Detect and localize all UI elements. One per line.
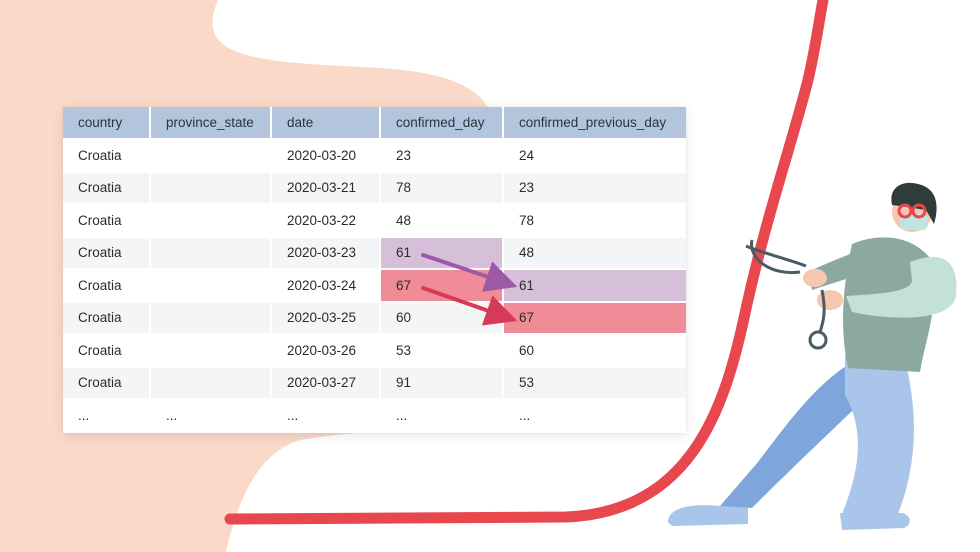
cell-country: Croatia <box>63 270 151 303</box>
cell-date: 2020-03-20 <box>272 140 381 173</box>
table-row: Croatia 2020-03-21 78 23 <box>63 172 686 205</box>
cell-country: Croatia <box>63 237 151 270</box>
cell-country: Croatia <box>63 205 151 238</box>
table-row: Croatia 2020-03-26 53 60 <box>63 335 686 368</box>
table-row: Croatia 2020-03-25 60 67 <box>63 302 686 335</box>
column-header-country: country <box>63 107 151 140</box>
cell-date: 2020-03-24 <box>272 270 381 303</box>
cell-confirmed-day: 48 <box>381 205 504 238</box>
cell-country: ... <box>63 400 151 433</box>
cell-date: 2020-03-23 <box>272 237 381 270</box>
cell-confirmed-previous-day-highlighted: 61 <box>504 270 686 303</box>
table-row: ... ... ... ... ... <box>63 400 686 433</box>
cell-date: 2020-03-27 <box>272 367 381 400</box>
doctor-figure <box>668 182 957 530</box>
left-hand <box>803 269 827 287</box>
cell-date: 2020-03-22 <box>272 205 381 238</box>
table-row: Croatia 2020-03-20 23 24 <box>63 140 686 173</box>
cell-country: Croatia <box>63 140 151 173</box>
cell-confirmed-previous-day-highlighted: 67 <box>504 302 686 335</box>
data-table-card: country province_state date confirmed_da… <box>63 107 686 433</box>
cell-date: 2020-03-21 <box>272 172 381 205</box>
cell-confirmed-day: 91 <box>381 367 504 400</box>
cell-confirmed-previous-day: 60 <box>504 335 686 368</box>
cell-country: Croatia <box>63 302 151 335</box>
cell-confirmed-day: 53 <box>381 335 504 368</box>
cell-confirmed-previous-day: 53 <box>504 367 686 400</box>
column-header-confirmed-day: confirmed_day <box>381 107 504 140</box>
table-row: Croatia 2020-03-27 91 53 <box>63 367 686 400</box>
cell-confirmed-previous-day: ... <box>504 400 686 433</box>
cell-country: Croatia <box>63 367 151 400</box>
column-header-province-state: province_state <box>151 107 272 140</box>
cell-province-state: ... <box>151 400 272 433</box>
cell-confirmed-previous-day: 23 <box>504 172 686 205</box>
cell-date: 2020-03-26 <box>272 335 381 368</box>
cell-province-state <box>151 302 272 335</box>
cell-province-state <box>151 140 272 173</box>
table-row: Croatia 2020-03-23 61 48 <box>63 237 686 270</box>
cell-country: Croatia <box>63 335 151 368</box>
cell-confirmed-day-highlighted: 67 <box>381 270 504 303</box>
cell-date: ... <box>272 400 381 433</box>
cell-date: 2020-03-25 <box>272 302 381 335</box>
cell-confirmed-day: ... <box>381 400 504 433</box>
column-header-date: date <box>272 107 381 140</box>
cell-province-state <box>151 237 272 270</box>
cell-confirmed-day: 60 <box>381 302 504 335</box>
data-table: country province_state date confirmed_da… <box>63 107 686 433</box>
cell-country: Croatia <box>63 172 151 205</box>
cell-confirmed-day-highlighted: 61 <box>381 237 504 270</box>
cell-confirmed-previous-day: 48 <box>504 237 686 270</box>
cell-confirmed-previous-day: 24 <box>504 140 686 173</box>
cell-confirmed-day: 78 <box>381 172 504 205</box>
cell-province-state <box>151 270 272 303</box>
column-header-confirmed-previous-day: confirmed_previous_day <box>504 107 686 140</box>
cell-confirmed-previous-day: 78 <box>504 205 686 238</box>
right-hand <box>817 290 843 310</box>
table-row: Croatia 2020-03-22 48 78 <box>63 205 686 238</box>
cell-province-state <box>151 335 272 368</box>
right-shoe <box>840 513 910 530</box>
table-row: Croatia 2020-03-24 67 61 <box>63 270 686 303</box>
front-leg <box>842 355 914 514</box>
cell-province-state <box>151 205 272 238</box>
cell-province-state <box>151 172 272 205</box>
cell-province-state <box>151 367 272 400</box>
table-header-row: country province_state date confirmed_da… <box>63 107 686 140</box>
cell-confirmed-day: 23 <box>381 140 504 173</box>
left-shoe <box>668 505 748 526</box>
